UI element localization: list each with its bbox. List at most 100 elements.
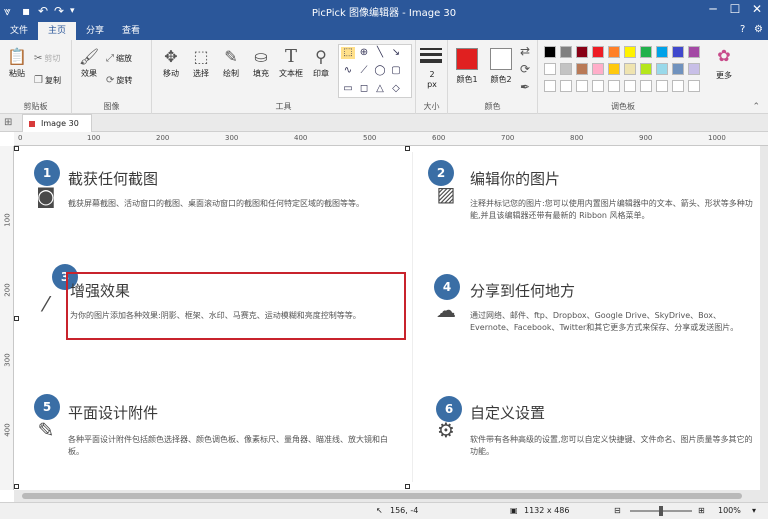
select-label: 选择 — [193, 69, 209, 78]
stamp-button[interactable]: ⚲ 印章 — [306, 46, 336, 79]
settings-icon[interactable]: ⚙ — [754, 24, 763, 35]
rounded-rect-shape-icon[interactable]: ▭ — [341, 83, 355, 95]
palette-swatch[interactable] — [688, 80, 700, 92]
image-canvas[interactable]: 1 ◙ 截获任何截图 截获屏幕截图、活动窗口的截图、桌面滚动窗口的截图和任何特定… — [14, 146, 760, 490]
palette-swatch[interactable] — [640, 80, 652, 92]
palette-swatch[interactable] — [672, 80, 684, 92]
curve-shape-icon[interactable]: ∿ — [341, 65, 355, 77]
help-icon[interactable]: ? — [740, 24, 745, 35]
resize-handle-top[interactable] — [405, 146, 410, 151]
rotate-button[interactable]: ⟳ 旋转 — [106, 74, 132, 88]
tab-home[interactable]: 主页 — [38, 22, 77, 40]
size-group: 2 px 大小 — [416, 40, 448, 114]
crosshair-shape-icon[interactable]: ⊕ — [357, 47, 371, 59]
stamp-label: 印章 — [313, 69, 329, 78]
palette-swatch[interactable] — [672, 63, 684, 75]
palette-swatch[interactable] — [544, 80, 556, 92]
color1-swatch[interactable] — [456, 48, 478, 70]
ruler-tick-label: 400 — [294, 134, 308, 142]
tab-view[interactable]: 查看 — [112, 22, 150, 40]
palette-swatch[interactable] — [656, 46, 668, 58]
palette-swatch[interactable] — [624, 63, 636, 75]
palette-swatch[interactable] — [608, 46, 620, 58]
image-icon: ▨ — [436, 182, 456, 206]
size-group-label: 大小 — [423, 102, 440, 111]
refresh-colors-icon[interactable]: ⟳ — [520, 62, 530, 76]
polyline-shape-icon[interactable]: ⟋ — [357, 65, 371, 77]
callout-shape-icon[interactable]: ◻ — [357, 83, 371, 95]
zoom-slider-thumb[interactable] — [659, 506, 663, 516]
palette-swatch[interactable] — [592, 63, 604, 75]
zoom-level[interactable]: 100% — [718, 506, 741, 515]
rectangle-shape-icon[interactable]: ▢ — [389, 65, 403, 77]
copy-button[interactable]: ❐ 复制 — [34, 74, 61, 88]
textbox-button[interactable]: T 文本框 — [276, 46, 306, 79]
palette-group-label: 调色板 — [611, 102, 635, 111]
palette-swatch[interactable] — [560, 80, 572, 92]
palette-swatch[interactable] — [544, 46, 556, 58]
palette-swatch[interactable] — [640, 46, 652, 58]
maximize-button[interactable]: ☐ — [724, 2, 746, 16]
palette-swatch[interactable] — [688, 63, 700, 75]
line-width-icon[interactable] — [420, 48, 442, 63]
palette-swatch[interactable] — [592, 46, 604, 58]
tab-file[interactable]: 文件 — [0, 22, 38, 40]
ruler-tick-label: 500 — [363, 134, 377, 142]
palette-swatch[interactable] — [656, 80, 668, 92]
palette-swatch[interactable] — [640, 63, 652, 75]
draw-button[interactable]: ✎ 绘制 — [216, 46, 246, 79]
palette-swatch[interactable] — [688, 46, 700, 58]
diamond-shape-icon[interactable]: ◇ — [389, 83, 403, 95]
line-width-value[interactable]: 2 — [416, 70, 448, 79]
minimize-button[interactable]: ─ — [702, 2, 724, 16]
horizontal-scroll-thumb[interactable] — [22, 493, 742, 499]
resize-handle-top-left[interactable] — [14, 146, 19, 151]
pencil-icon: ✎ — [37, 418, 55, 442]
palette-swatch[interactable] — [560, 46, 572, 58]
palette-swatch[interactable] — [592, 80, 604, 92]
paste-button[interactable]: 📋 粘贴 — [2, 46, 32, 79]
move-button[interactable]: ✥ 移动 — [156, 46, 186, 79]
zoom-slider[interactable] — [630, 506, 692, 516]
arrow-shape-icon[interactable]: ↘ — [389, 47, 403, 59]
ellipse-shape-icon[interactable]: ◯ — [373, 65, 387, 77]
more-colors-icon[interactable]: ✿ — [712, 46, 736, 65]
tab-share[interactable]: 分享 — [76, 22, 114, 40]
effects-button[interactable]: 🖌 效果 — [74, 46, 104, 79]
draw-label: 绘制 — [223, 69, 239, 78]
cut-button[interactable]: ✂ 剪切 — [34, 52, 60, 66]
zoom-out-button[interactable]: ⊟ — [614, 506, 621, 515]
palette-swatch[interactable] — [576, 80, 588, 92]
palette-swatch[interactable] — [576, 46, 588, 58]
palette-swatch[interactable] — [624, 46, 636, 58]
horizontal-scrollbar[interactable] — [14, 490, 768, 502]
resize-button[interactable]: ⤢ 缩放 — [106, 52, 132, 66]
fill-button[interactable]: ⛀ 填充 — [246, 46, 276, 79]
palette-swatch[interactable] — [672, 46, 684, 58]
triangle-shape-icon[interactable]: △ — [373, 83, 387, 95]
resize-handle-bottom-left[interactable] — [14, 484, 19, 489]
zoom-in-button[interactable]: ⊞ — [698, 506, 705, 515]
palette-swatch[interactable] — [624, 80, 636, 92]
resize-handle-left[interactable] — [14, 316, 19, 321]
palette-swatch[interactable] — [560, 63, 572, 75]
palette-swatch[interactable] — [576, 63, 588, 75]
eyedropper-icon[interactable]: ✒ — [520, 80, 530, 94]
palette-swatch[interactable] — [544, 63, 556, 75]
tab-grid-icon[interactable]: ⊞ — [4, 117, 12, 128]
collapse-ribbon-icon[interactable]: ⌃ — [752, 102, 760, 112]
line-shape-icon[interactable]: ╲ — [373, 47, 387, 59]
select-button[interactable]: ⬚ 选择 — [186, 46, 216, 79]
close-button[interactable]: ✕ — [746, 2, 768, 16]
rect-select-shape-icon[interactable]: ⬚ — [341, 47, 355, 59]
palette-swatch[interactable] — [656, 63, 668, 75]
color2-swatch[interactable] — [490, 48, 512, 70]
palette-swatch[interactable] — [608, 63, 620, 75]
palette-swatch[interactable] — [608, 80, 620, 92]
doc-tab-image30[interactable]: Image 30 — [22, 114, 92, 132]
swap-colors-icon[interactable]: ⇄ — [520, 44, 530, 58]
vertical-scrollbar[interactable] — [760, 146, 768, 490]
zoom-dropdown-icon[interactable]: ▾ — [752, 506, 756, 515]
resize-handle-bottom[interactable] — [405, 484, 410, 489]
ruler-tick-label: 300 — [225, 134, 239, 142]
